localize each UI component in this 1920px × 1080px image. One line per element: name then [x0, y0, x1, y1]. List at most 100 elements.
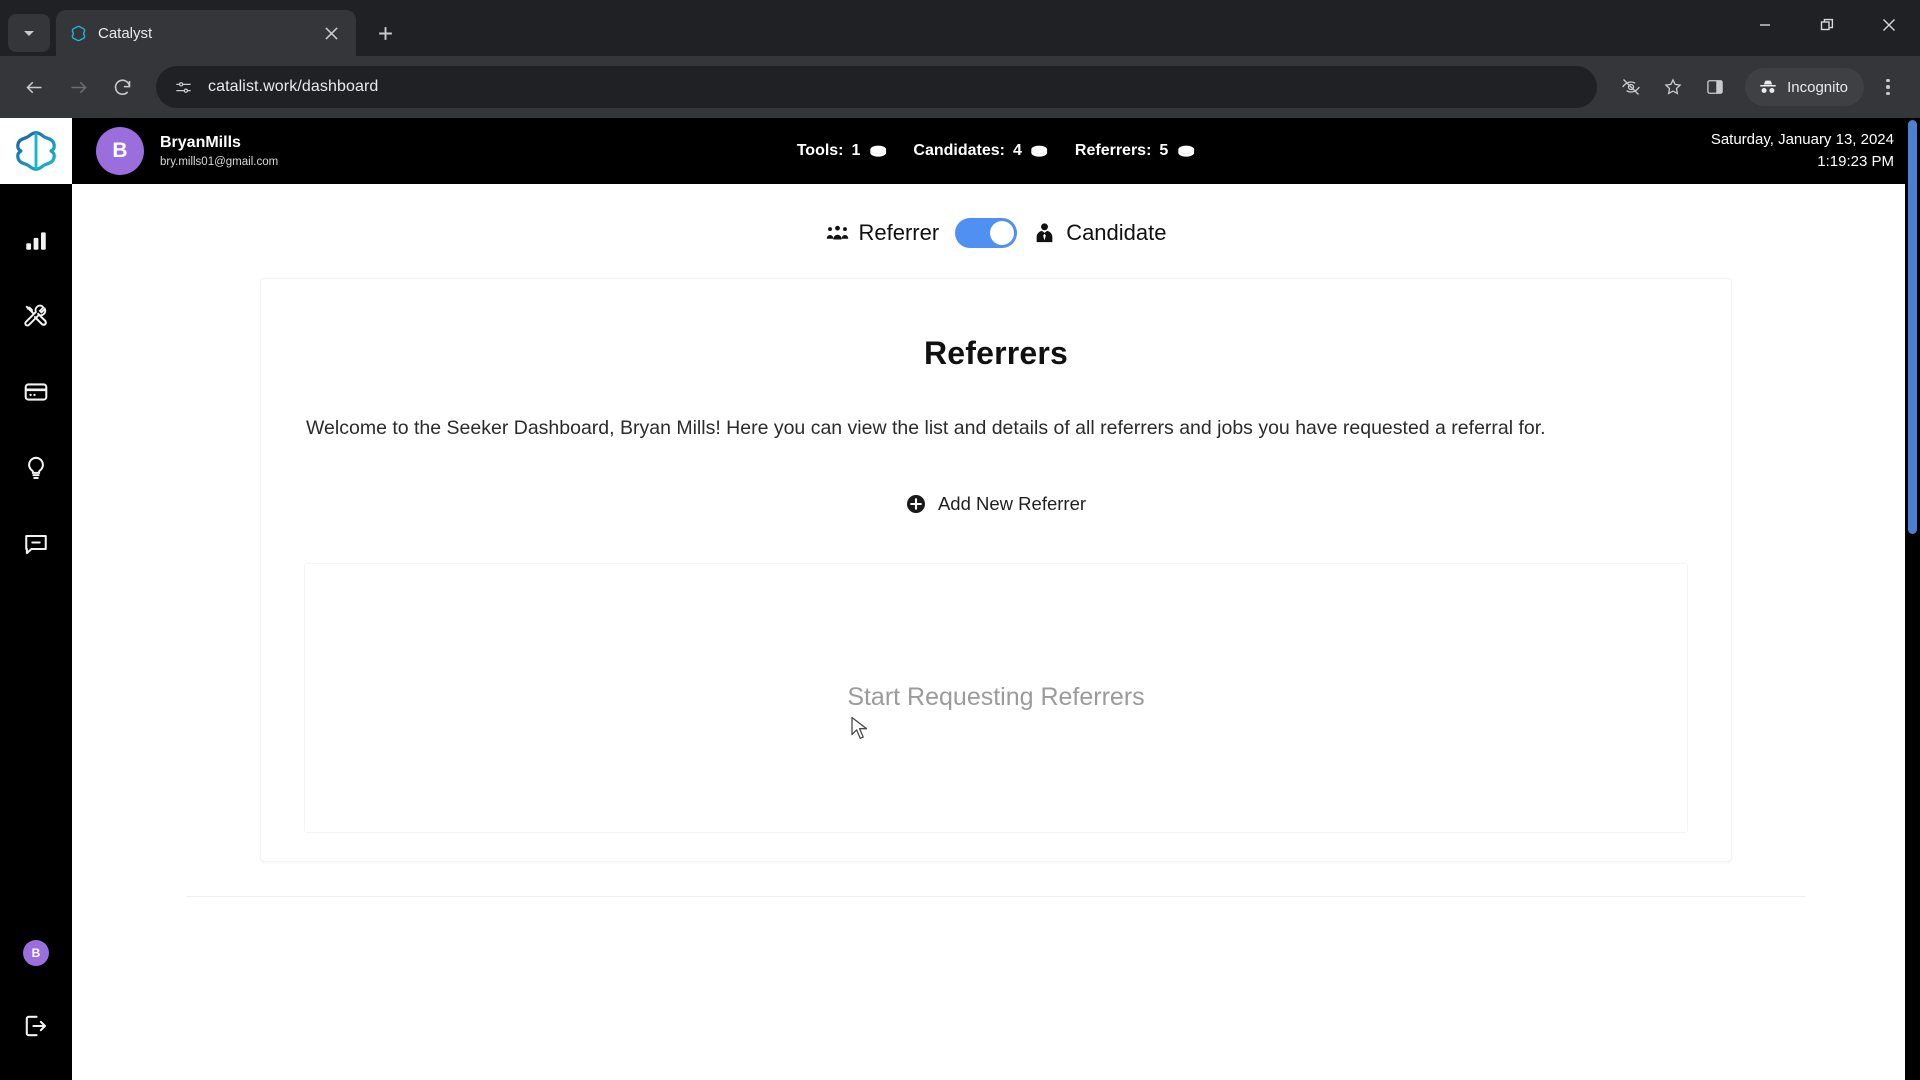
catalyst-logo-icon [68, 23, 88, 43]
forward-button[interactable] [58, 67, 98, 107]
tab-strip: Catalyst [0, 0, 1920, 56]
tools-icon [24, 304, 47, 327]
stat-candidates-label: Candidates: [913, 142, 1005, 159]
scrollbar-thumb[interactable] [1908, 120, 1917, 534]
incognito-indicator[interactable]: Incognito [1745, 68, 1864, 106]
page-title: Referrers [923, 335, 1069, 371]
sidebar-item-messages[interactable] [14, 524, 58, 564]
browser-window: Catalyst catalist.work/dashboard Incogni… [0, 0, 1920, 1080]
browser-tab[interactable]: Catalyst [56, 10, 356, 56]
role-toggle-referrer-label: Referrer [858, 220, 940, 245]
window-close-button[interactable] [1858, 0, 1920, 50]
new-tab-button[interactable] [366, 14, 404, 52]
app-logo[interactable] [0, 118, 72, 184]
window-restore-button[interactable] [1796, 0, 1858, 50]
tune-icon[interactable] [172, 76, 194, 98]
minimize-icon [1760, 24, 1770, 26]
add-new-referrer-button[interactable]: Add New Referrer [906, 493, 1086, 515]
welcome-description: Welcome to the Seeker Dashboard, Bryan M… [306, 417, 1546, 439]
stat-tools-label: Tools: [796, 142, 844, 159]
header-clock: Saturday, January 13, 2024 1:19:23 PM [1711, 129, 1894, 173]
bar-chart-icon [26, 232, 46, 250]
plus-circle-icon [906, 494, 925, 513]
eye-slash-icon [1622, 79, 1641, 95]
footer-divider [186, 895, 1806, 897]
stat-tools-value: 1 [851, 142, 861, 159]
lightbulb-icon [28, 456, 44, 479]
incognito-icon [1760, 80, 1777, 93]
tab-search-button[interactable] [8, 14, 50, 52]
header-stats: Tools: 1 Candidates: 4 Referrers: 5 [797, 142, 1196, 161]
close-icon [324, 26, 338, 40]
coin-icon [1031, 145, 1048, 157]
stat-referrers-value: 5 [1159, 142, 1169, 159]
sign-out-icon [25, 1015, 47, 1037]
sidebar-item-billing[interactable] [14, 372, 58, 412]
plus-icon [378, 26, 392, 40]
window-controls [1734, 0, 1920, 50]
credit-card-icon [24, 383, 48, 401]
role-toggle-candidate-label: Candidate [1066, 220, 1167, 245]
comment-icon [25, 534, 47, 555]
stat-referrers-label: Referrers: [1074, 142, 1152, 159]
catalyst-clover-logo [16, 131, 56, 171]
browser-toolbar: catalist.work/dashboard Incognito [0, 56, 1920, 118]
user-name: BryanMills [160, 133, 241, 151]
stat-referrers: Referrers: 5 [1075, 142, 1195, 161]
address-bar[interactable]: catalist.work/dashboard [156, 66, 1598, 108]
page-viewport: B B BryanMills bry.mills01@gmail.com Too… [0, 118, 1920, 1080]
side-panel-button[interactable] [1695, 67, 1735, 107]
incognito-label: Incognito [1787, 78, 1848, 96]
star-icon [1664, 78, 1682, 95]
coin-icon [1177, 145, 1194, 157]
back-button[interactable] [14, 67, 54, 107]
referrers-empty-panel: Start Requesting Referrers [304, 562, 1688, 833]
sidebar-logout-button[interactable] [14, 1006, 58, 1046]
coin-icon [870, 145, 886, 157]
side-panel-icon [1707, 80, 1723, 94]
bookmark-button[interactable] [1653, 67, 1693, 107]
restore-icon [1820, 18, 1834, 31]
role-toggle: Referrer Candidate [826, 218, 1167, 248]
reload-button[interactable] [102, 67, 142, 107]
role-toggle-switch[interactable] [955, 218, 1018, 248]
tab-title: Catalyst [98, 24, 153, 42]
stat-candidates: Candidates: 4 [913, 142, 1048, 161]
sidebar-item-tools[interactable] [14, 296, 58, 336]
page-body: Referrer Candidate Referrers Welcome to … [72, 184, 1920, 1080]
app-sidebar: B [0, 118, 72, 1080]
toolbar-actions: Incognito [1611, 67, 1906, 107]
sidebar-avatar[interactable]: B [23, 940, 49, 966]
address-bar-url: catalist.work/dashboard [208, 78, 379, 95]
clock-time: 1:19:23 PM [1817, 153, 1894, 170]
app-main: B BryanMills bry.mills01@gmail.com Tools… [72, 118, 1920, 1080]
header-user[interactable]: B BryanMills bry.mills01@gmail.com [96, 127, 278, 175]
user-tie-icon [1036, 222, 1053, 242]
tracking-protection-button[interactable] [1611, 67, 1651, 107]
role-toggle-candidate[interactable]: Candidate [1033, 220, 1167, 246]
sidebar-item-insights[interactable] [14, 448, 58, 488]
sidebar-item-analytics[interactable] [14, 220, 58, 260]
add-new-referrer-label: Add New Referrer [937, 492, 1087, 514]
avatar: B [96, 127, 144, 175]
referrers-card: Referrers Welcome to the Seeker Dashboar… [260, 278, 1732, 862]
add-referrer-row: Add New Referrer [303, 493, 1689, 515]
stat-tools: Tools: 1 [797, 142, 888, 161]
user-text: BryanMills bry.mills01@gmail.com [160, 133, 278, 169]
sidebar-nav [14, 220, 58, 564]
three-dots-icon [1886, 78, 1890, 83]
app-header: B BryanMills bry.mills01@gmail.com Tools… [72, 118, 1920, 184]
tab-close-button[interactable] [318, 20, 344, 46]
page-scrollbar[interactable] [1905, 118, 1920, 1080]
reload-icon [114, 78, 130, 95]
arrow-left-icon [25, 81, 41, 93]
user-email: bry.mills01@gmail.com [160, 155, 279, 168]
toggle-knob [990, 221, 1015, 245]
close-icon [1883, 19, 1895, 31]
users-group-icon [826, 225, 848, 239]
window-minimize-button[interactable] [1734, 0, 1796, 50]
empty-state-text: Start Requesting Referrers [847, 683, 1145, 712]
browser-menu-button[interactable] [1870, 67, 1906, 107]
clock-date: Saturday, January 13, 2024 [1710, 131, 1894, 149]
role-toggle-referrer[interactable]: Referrer [826, 220, 940, 246]
